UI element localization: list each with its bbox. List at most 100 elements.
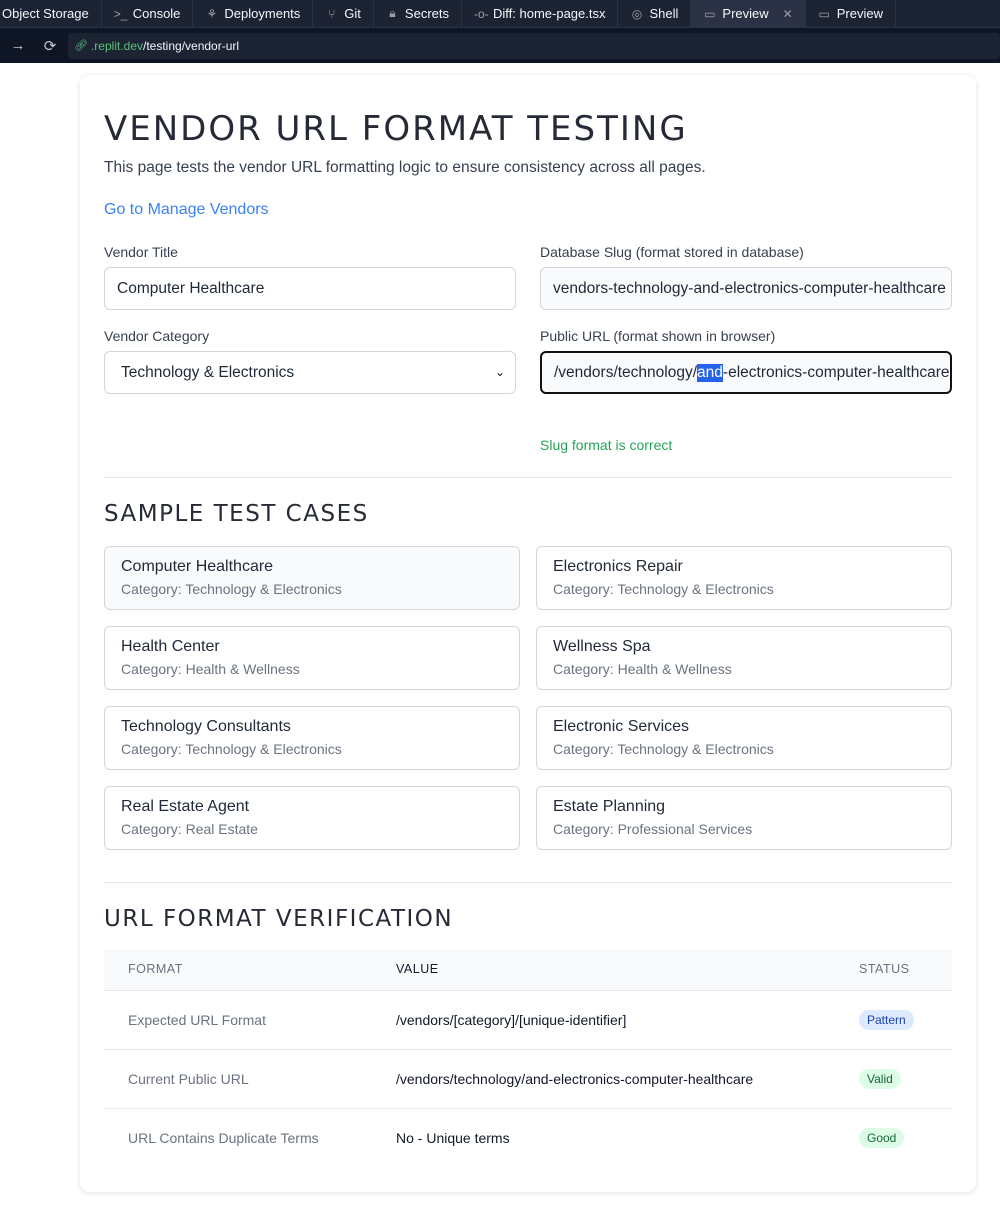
tab-label: Preview <box>836 6 883 21</box>
diff-icon: -o- <box>474 6 489 21</box>
monitor-icon: ▭ <box>818 6 830 21</box>
sample-category: Category: Health & Wellness <box>121 661 300 677</box>
sample-title: Technology Consultants <box>121 718 291 735</box>
sample-category: Category: Health & Wellness <box>553 661 732 677</box>
tab-preview[interactable]: ▭ Preview <box>806 0 896 27</box>
divider <box>104 882 952 883</box>
vendor-title-label: Vendor Title <box>104 244 178 260</box>
public-url-label: Public URL (format shown in browser) <box>540 328 776 344</box>
vendor-title-input[interactable]: Computer Healthcare <box>104 267 516 310</box>
sample-title: Wellness Spa <box>553 638 651 655</box>
sample-category: Category: Technology & Electronics <box>121 741 342 757</box>
table-row: Current Public URL /vendors/technology/a… <box>104 1049 952 1109</box>
public-url-field[interactable]: /vendors/technology/and -electronics-comp… <box>540 351 952 394</box>
sample-title: Computer Healthcare <box>121 558 274 575</box>
tab-label: Shell <box>649 6 679 21</box>
shell-icon: ◎ <box>631 6 643 21</box>
format-cell: Expected URL Format <box>104 990 396 1050</box>
vendor-title-value: Computer Healthcare <box>117 279 265 297</box>
sample-case[interactable]: Real Estate Agent Category: Real Estate <box>104 786 520 850</box>
sample-case[interactable]: Wellness Spa Category: Health & Wellness <box>536 626 952 690</box>
reload-icon[interactable]: ⟳ <box>36 32 64 60</box>
sample-case[interactable]: Health Center Category: Health & Wellnes… <box>104 626 520 690</box>
sample-case[interactable]: Electronics Repair Category: Technology … <box>536 546 952 610</box>
tab-deployments[interactable]: ⚘ Deployments <box>193 0 314 27</box>
address-host: .replit.dev <box>90 38 143 53</box>
value-cell: /vendors/[category]/[unique-identifier] <box>396 990 859 1050</box>
slug-status-message: Slug format is correct <box>540 437 673 453</box>
address-path: /testing/vendor-url <box>143 38 240 53</box>
status-badge: Valid <box>859 1068 901 1089</box>
db-slug-value: vendors-technology-and-electronics-compu… <box>553 279 946 297</box>
monitor-icon: ▭ <box>704 6 716 21</box>
tab-preview-active[interactable]: ▭ Preview ✕ <box>691 0 806 27</box>
preview-viewport: Vendor URL Format Testing This page test… <box>0 63 1000 1215</box>
sample-title: Health Center <box>121 638 220 655</box>
status-cell: Good <box>859 1108 952 1167</box>
link-icon: 🔗︎ <box>74 40 88 52</box>
sample-category: Category: Technology & Electronics <box>553 581 774 597</box>
db-slug-field[interactable]: vendors-technology-and-electronics-compu… <box>540 267 952 310</box>
sample-category: Category: Real Estate <box>121 821 258 837</box>
sample-title: Electronic Services <box>553 718 690 735</box>
table-header-row: Format Value Status <box>104 949 952 991</box>
sample-category: Category: Technology & Electronics <box>553 741 774 757</box>
format-cell: Current Public URL <box>104 1049 396 1109</box>
sample-title: Electronics Repair <box>553 558 683 575</box>
sample-case[interactable]: Technology Consultants Category: Technol… <box>104 706 520 770</box>
samples-heading: Sample Test Cases <box>104 501 369 527</box>
column-header: Value <box>396 949 859 991</box>
tab-object-storage[interactable]: Object Storage <box>0 0 102 27</box>
tab-label: Object Storage <box>2 6 89 21</box>
preview-url-bar: → ⟳ 🔗︎ .replit.dev /testing/vendor-url <box>0 27 1000 63</box>
tab-secrets[interactable]: 🔒︎ Secrets <box>374 0 462 27</box>
tab-label: Git <box>344 6 361 21</box>
tab-label: Secrets <box>404 6 449 21</box>
tab-console[interactable]: >_ Console <box>102 0 194 27</box>
tab-label: Deployments <box>224 6 301 21</box>
sample-case[interactable]: Computer Healthcare Category: Technology… <box>104 546 520 610</box>
public-url-selection: and <box>697 363 723 382</box>
vendor-category-label: Vendor Category <box>104 328 210 344</box>
sample-category: Category: Technology & Electronics <box>121 581 342 597</box>
status-badge: Pattern <box>859 1009 914 1030</box>
tab-label: Preview <box>722 6 769 21</box>
manage-vendors-link[interactable]: Go to Manage Vendors <box>104 201 269 219</box>
divider <box>104 477 952 478</box>
content-card: Vendor URL Format Testing This page test… <box>80 75 976 1192</box>
page-title: Vendor URL Format Testing <box>104 109 688 149</box>
vendor-category-select[interactable]: Technology & Electronics ⌄ <box>104 351 516 394</box>
chevron-down-icon: ⌄ <box>494 365 505 379</box>
sample-category: Category: Professional Services <box>553 821 753 837</box>
value-cell: /vendors/technology/and-electronics-comp… <box>396 1049 859 1109</box>
workspace-tab-bar: Object Storage >_ Console ⚘ Deployments … <box>0 0 1000 27</box>
column-header: Format <box>104 949 396 991</box>
table-row: URL Contains Duplicate Terms No - Unique… <box>104 1108 952 1167</box>
console-icon: >_ <box>113 6 128 21</box>
tab-diff[interactable]: -o- Diff: home-page.tsx <box>462 0 619 27</box>
address-field[interactable]: 🔗︎ .replit.dev /testing/vendor-url <box>68 32 1000 59</box>
public-url-after: -electronics-computer-healthcare <box>722 363 950 381</box>
verification-heading: URL Format Verification <box>104 906 454 932</box>
value-cell: No - Unique terms <box>396 1129 510 1146</box>
sample-case[interactable]: Electronic Services Category: Technology… <box>536 706 952 770</box>
lock-icon: 🔒︎ <box>389 6 396 20</box>
column-header: Status <box>859 949 952 991</box>
sample-case[interactable]: Estate Planning Category: Professional S… <box>536 786 952 850</box>
format-cell: URL Contains Duplicate Terms <box>128 1129 319 1146</box>
vendor-category-value: Technology & Electronics <box>121 363 295 381</box>
tab-label: Diff: home-page.tsx <box>493 6 606 21</box>
status-badge: Good <box>859 1127 905 1148</box>
forward-icon[interactable]: → <box>4 32 32 60</box>
tab-git[interactable]: ⑂ Git <box>313 0 374 27</box>
git-icon: ⑂ <box>328 6 336 21</box>
page-description: This page tests the vendor URL formattin… <box>104 159 706 176</box>
status-cell: Valid <box>859 1049 952 1109</box>
db-slug-label: Database Slug (format stored in database… <box>540 244 804 260</box>
tab-label: Console <box>132 6 181 21</box>
sample-title: Real Estate Agent <box>121 798 250 815</box>
tab-shell[interactable]: ◎ Shell <box>618 0 692 27</box>
public-url-before: /vendors/technology/ <box>554 363 698 381</box>
close-icon[interactable]: ✕ <box>783 7 793 21</box>
verification-table: Format Value Status Expected URL Format … <box>104 949 952 1167</box>
